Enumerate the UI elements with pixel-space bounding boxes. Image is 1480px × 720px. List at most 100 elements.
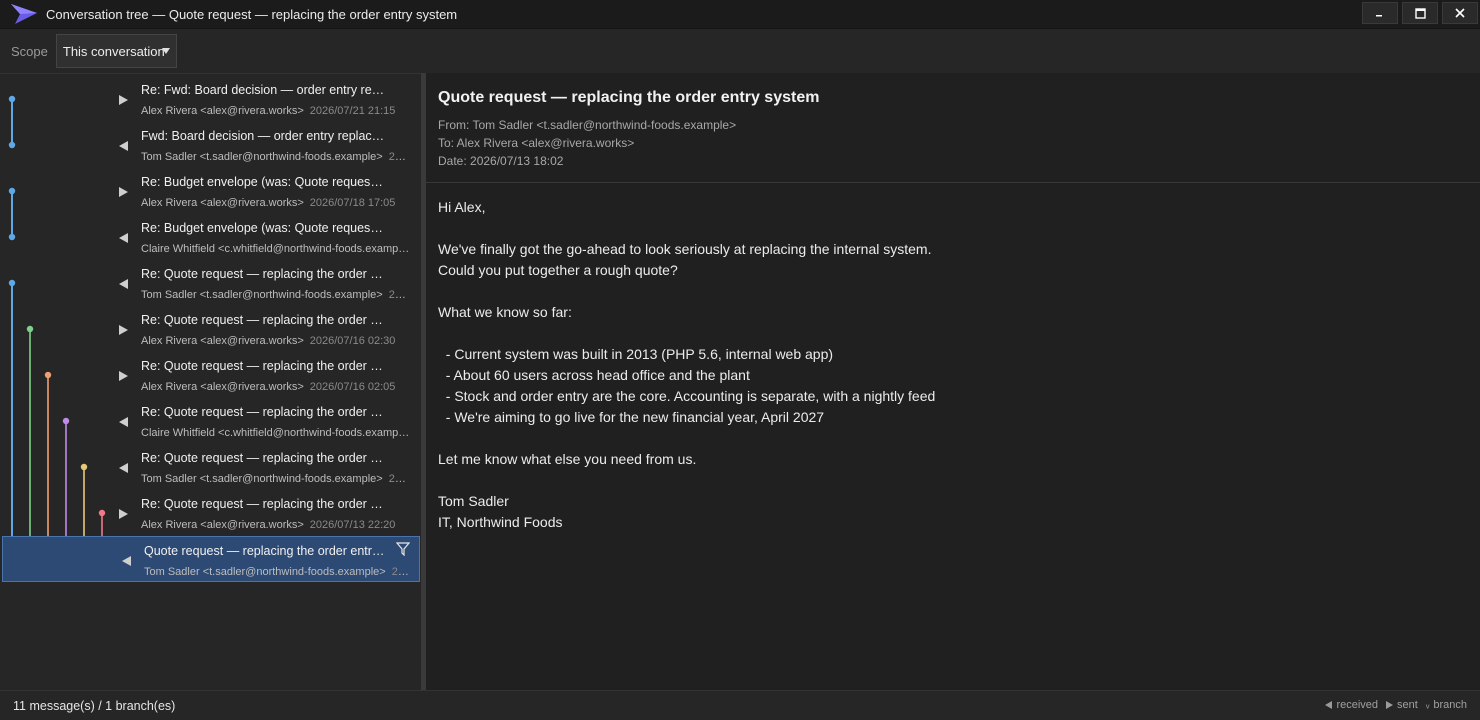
toolbar: Scope This conversation <box>0 29 1480 73</box>
message-row-from: Alex Rivera <alex@rivera.works> <box>141 335 304 347</box>
sent-arrow-icon <box>119 371 128 381</box>
maximize-button[interactable] <box>1402 2 1438 24</box>
legend-sent-label: sent <box>1397 699 1418 711</box>
received-arrow-icon <box>122 556 131 566</box>
message-row-date: 2026/07/16 02:05 <box>309 381 396 393</box>
message-row-meta: Alex Rivera <alex@rivera.works> 2026/07/1… <box>141 335 411 347</box>
message-row[interactable]: Re: Quote request — replacing the order … <box>0 306 421 352</box>
sent-arrow-icon <box>1386 701 1394 709</box>
message-row-date: 2026/07/17 10:12 <box>388 289 411 301</box>
branch-icon: ᵥ <box>1425 699 1430 711</box>
message-row-from: Claire Whitfield <c.whitfield@northwind-… <box>141 243 411 255</box>
message-row[interactable]: Re: Quote request — replacing the order … <box>0 444 421 490</box>
legend-branch: ᵥ branch <box>1426 699 1467 711</box>
window-title: Conversation tree — Quote request — repl… <box>46 6 458 22</box>
sent-arrow-icon <box>119 95 128 105</box>
message-date: Date: 2026/07/13 18:02 <box>438 154 564 168</box>
message-row-from: Tom Sadler <t.sadler@northwind-foods.exa… <box>144 566 386 578</box>
message-row-subject: Re: Quote request — replacing the order … <box>141 313 386 327</box>
close-button[interactable] <box>1442 2 1478 24</box>
minimize-icon <box>1376 15 1382 17</box>
message-row-meta: Alex Rivera <alex@rivera.works> 2026/07/1… <box>141 197 411 209</box>
message-to: To: Alex Rivera <alex@rivera.works> <box>438 136 635 150</box>
message-row[interactable]: Re: Quote request — replacing the order … <box>0 490 421 536</box>
message-row[interactable]: Re: Fwd: Board decision — order entry re… <box>0 76 421 122</box>
message-row[interactable]: Re: Quote request — replacing the order … <box>0 260 421 306</box>
window-controls <box>1362 2 1478 24</box>
sent-arrow-icon <box>119 325 128 335</box>
message-row[interactable]: Re: Quote request — replacing the order … <box>0 352 421 398</box>
minimize-button[interactable] <box>1362 2 1398 24</box>
legend-sent: sent <box>1386 699 1418 711</box>
scope-label: Scope <box>11 43 48 59</box>
message-row-from: Alex Rivera <alex@rivera.works> <box>141 519 304 531</box>
message-row-date: 2026/07/13 22:20 <box>309 519 396 531</box>
message-subject: Quote request — replacing the order entr… <box>438 89 820 106</box>
message-row-meta: Tom Sadler <t.sadler@northwind-foods.exa… <box>144 566 414 578</box>
message-header: Quote request — replacing the order entr… <box>426 73 1480 183</box>
message-from: From: Tom Sadler <t.sadler@northwind-foo… <box>438 118 737 132</box>
received-arrow-icon <box>119 233 128 243</box>
close-icon <box>1455 8 1465 18</box>
message-tree-pane: Re: Fwd: Board decision — order entry re… <box>0 73 421 690</box>
message-row-meta: Alex Rivera <alex@rivera.works> 2026/07/1… <box>141 381 411 393</box>
message-count: 11 message(s) / 1 branch(es) <box>13 698 176 713</box>
message-row-subject: Re: Quote request — replacing the order … <box>141 359 386 373</box>
message-row-subject: Re: Fwd: Board decision — order entry re… <box>141 83 386 97</box>
message-row-from: Alex Rivera <alex@rivera.works> <box>141 197 304 209</box>
message-row-date: 2026/07/21 09:40 <box>388 151 411 163</box>
message-row-from: Alex Rivera <alex@rivera.works> <box>141 381 304 393</box>
message-row[interactable]: Quote request — replacing the order entr… <box>2 536 420 582</box>
received-arrow-icon <box>1325 701 1333 709</box>
message-row-date: 2026/07/13 18:02 <box>391 566 414 578</box>
message-row-from: Tom Sadler <t.sadler@northwind-foods.exa… <box>141 473 383 485</box>
conversation-tree-window: Conversation tree — Quote request — repl… <box>0 0 1480 720</box>
title-bar: Conversation tree — Quote request — repl… <box>0 0 1480 29</box>
sent-arrow-icon <box>119 187 128 197</box>
message-body: Hi Alex, We've finally got the go-ahead … <box>438 199 936 530</box>
message-row-meta: Tom Sadler <t.sadler@northwind-foods.exa… <box>141 473 411 485</box>
scope-dropdown-value: This conversation <box>62 43 165 59</box>
legend-received: received <box>1325 699 1378 711</box>
app-logo-icon <box>11 4 37 24</box>
message-row[interactable]: Fwd: Board decision — order entry replac… <box>0 122 421 168</box>
message-row[interactable]: Re: Quote request — replacing the order … <box>0 398 421 444</box>
message-row-meta: Alex Rivera <alex@rivera.works> 2026/07/2… <box>141 105 411 117</box>
message-row-subject: Re: Budget envelope (was: Quote request … <box>141 221 386 235</box>
message-row-subject: Re: Quote request — replacing the order … <box>141 405 386 419</box>
chevron-down-icon <box>161 48 170 54</box>
message-row-subject: Fwd: Board decision — order entry replac… <box>141 129 386 143</box>
message-row-meta: Alex Rivera <alex@rivera.works> 2026/07/1… <box>141 519 411 531</box>
legend: received sent ᵥ branch <box>1325 699 1467 711</box>
message-row-subject: Re: Quote request — replacing the order … <box>141 497 386 511</box>
message-preview-pane: Quote request — replacing the order entr… <box>426 73 1480 690</box>
maximize-icon <box>1414 7 1426 19</box>
received-arrow-icon <box>119 141 128 151</box>
message-row[interactable]: Re: Budget envelope (was: Quote request … <box>0 214 421 260</box>
message-row-from: Tom Sadler <t.sadler@northwind-foods.exa… <box>141 289 383 301</box>
message-row[interactable]: Re: Budget envelope (was: Quote request … <box>0 168 421 214</box>
received-arrow-icon <box>119 417 128 427</box>
legend-branch-label: branch <box>1433 699 1467 711</box>
message-row-from: Claire Whitfield <c.whitfield@northwind-… <box>141 427 411 439</box>
received-arrow-icon <box>119 279 128 289</box>
message-row-subject: Re: Budget envelope (was: Quote request … <box>141 175 386 189</box>
message-row-subject: Quote request — replacing the order entr… <box>144 544 389 558</box>
message-row-meta: Claire Whitfield <c.whitfield@northwind-… <box>141 243 411 255</box>
message-row-meta: Tom Sadler <t.sadler@northwind-foods.exa… <box>141 289 411 301</box>
message-row-date: 2026/07/16 02:30 <box>309 335 396 347</box>
status-bar: 11 message(s) / 1 branch(es) received se… <box>0 690 1480 720</box>
message-row-subject: Re: Quote request — replacing the order … <box>141 451 386 465</box>
filter-icon[interactable] <box>396 542 410 556</box>
message-row-meta: Claire Whitfield <c.whitfield@northwind-… <box>141 427 411 439</box>
message-row-meta: Tom Sadler <t.sadler@northwind-foods.exa… <box>141 151 411 163</box>
message-row-from: Alex Rivera <alex@rivera.works> <box>141 105 304 117</box>
message-row-subject: Re: Quote request — replacing the order … <box>141 267 386 281</box>
sent-arrow-icon <box>119 509 128 519</box>
message-row-date: 2026/07/14 09:30 <box>388 473 411 485</box>
message-row-date: 2026/07/18 17:05 <box>309 197 396 209</box>
received-arrow-icon <box>119 463 128 473</box>
message-row-date: 2026/07/21 21:15 <box>309 105 396 117</box>
scope-dropdown[interactable]: This conversation <box>55 34 177 68</box>
legend-received-label: received <box>1336 699 1379 711</box>
